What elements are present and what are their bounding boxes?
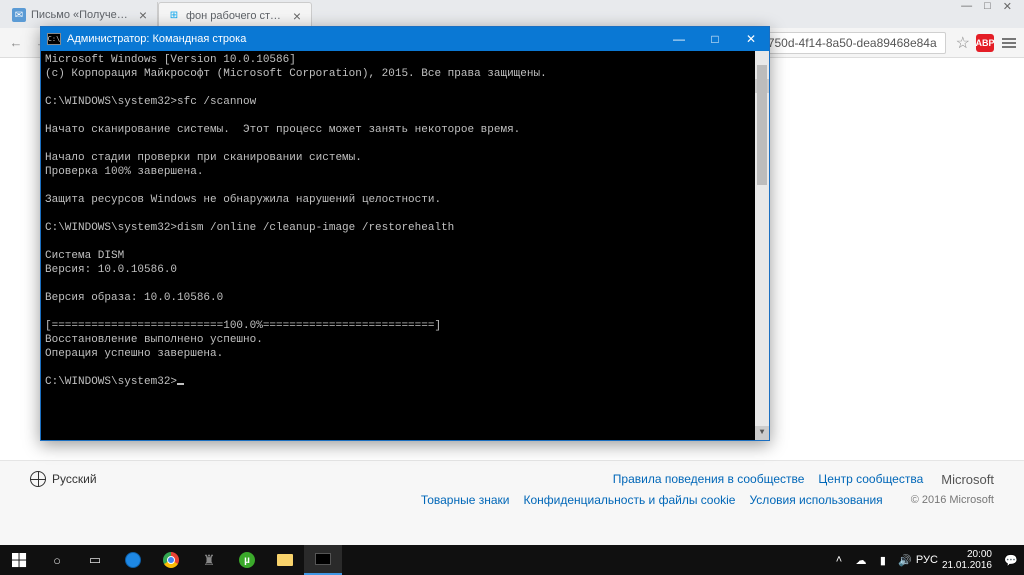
browser-window-controls: — □ ✕: [949, 0, 1024, 20]
minimize-icon[interactable]: —: [961, 0, 972, 20]
clock-date: 21.01.2016: [942, 560, 992, 571]
close-icon[interactable]: ×: [291, 8, 303, 24]
cmd-scrollbar[interactable]: ▲ ▼: [755, 51, 769, 440]
tab-title: фон рабочего стола проп: [186, 10, 286, 22]
cmd-body[interactable]: Microsoft Windows [Version 10.0.10586] (…: [41, 51, 769, 440]
tab-title: Письмо «Получен ответ к: [31, 9, 132, 21]
network-icon[interactable]: ▮: [876, 553, 890, 567]
scroll-thumb[interactable]: [757, 65, 767, 185]
maximize-icon[interactable]: □: [984, 0, 991, 20]
task-view-icon[interactable]: ▭: [76, 545, 114, 575]
mail-icon: ✉: [12, 8, 26, 22]
cmd-titlebar[interactable]: C:\ Администратор: Командная строка — □ …: [41, 27, 769, 51]
onedrive-icon[interactable]: ☁: [854, 553, 868, 567]
globe-icon: [30, 471, 46, 487]
browser-tab[interactable]: ✉ Письмо «Получен ответ к ×: [4, 2, 158, 28]
cmd-title-text: Администратор: Командная строка: [67, 33, 661, 45]
footer-link[interactable]: Товарные знаки: [421, 493, 510, 507]
clock-time: 20:00: [942, 549, 992, 560]
cmd-window[interactable]: C:\ Администратор: Командная строка — □ …: [40, 26, 770, 441]
scroll-down-icon[interactable]: ▼: [755, 426, 769, 440]
taskbar: ○ ▭ ♜ µ ˄ ☁ ▮ 🔊 РУС 20:00 21.01.2016 💬: [0, 545, 1024, 575]
footer-link[interactable]: Условия использования: [749, 493, 882, 507]
footer-link[interactable]: Конфиденциальность и файлы cookie: [523, 493, 735, 507]
language-indicator[interactable]: РУС: [920, 553, 934, 567]
cmd-output: Microsoft Windows [Version 10.0.10586] (…: [45, 54, 547, 388]
folder-icon: [277, 554, 293, 566]
taskbar-app-cmd[interactable]: [304, 545, 342, 575]
maximize-button[interactable]: □: [697, 27, 733, 51]
taskbar-app-chrome[interactable]: [152, 545, 190, 575]
footer-link[interactable]: Центр сообщества: [818, 472, 923, 486]
utorrent-icon: µ: [239, 552, 255, 568]
windows-icon: ⊞: [167, 9, 181, 23]
system-tray: ˄ ☁ ▮ 🔊 РУС 20:00 21.01.2016 💬: [826, 549, 1024, 571]
language-selector[interactable]: Русский: [30, 471, 97, 487]
browser-menu-icon[interactable]: [1000, 38, 1018, 48]
cmd-icon: C:\: [47, 33, 61, 45]
footer-link[interactable]: Правила поведения в сообществе: [613, 472, 805, 486]
start-button[interactable]: [0, 545, 38, 575]
game-icon: ♜: [203, 552, 216, 569]
close-icon[interactable]: ✕: [1003, 0, 1012, 20]
volume-icon[interactable]: 🔊: [898, 553, 912, 567]
url-fragment: zb-750d-4f14-8a50-dea89468e84a: [751, 36, 937, 50]
page-footer: Русский Правила поведения в сообществе Ц…: [0, 460, 1024, 545]
microsoft-brand: Microsoft: [941, 472, 994, 487]
taskbar-search-icon[interactable]: ○: [38, 545, 76, 575]
action-center-icon[interactable]: 💬: [1004, 553, 1018, 567]
taskbar-clock[interactable]: 20:00 21.01.2016: [942, 549, 996, 571]
edge-icon: [125, 552, 141, 568]
back-button[interactable]: ←: [6, 33, 26, 53]
bookmark-star-icon[interactable]: ☆: [956, 33, 970, 53]
abp-extension-icon[interactable]: ABP: [976, 34, 994, 52]
copyright: © 2016 Microsoft: [911, 494, 994, 506]
close-button[interactable]: ✕: [733, 27, 769, 51]
taskbar-app-explorer[interactable]: [266, 545, 304, 575]
taskbar-app-game[interactable]: ♜: [190, 545, 228, 575]
taskbar-app-utorrent[interactable]: µ: [228, 545, 266, 575]
cursor-icon: [177, 383, 184, 385]
browser-tab[interactable]: ⊞ фон рабочего стола проп ×: [158, 2, 312, 28]
taskbar-app-edge[interactable]: [114, 545, 152, 575]
language-label: Русский: [52, 472, 97, 486]
tray-chevron-icon[interactable]: ˄: [832, 553, 846, 567]
minimize-button[interactable]: —: [661, 27, 697, 51]
chrome-icon: [163, 552, 179, 568]
cmd-taskbar-icon: [315, 553, 331, 565]
browser-tabstrip: ✉ Письмо «Получен ответ к × ⊞ фон рабоче…: [0, 0, 1024, 28]
close-icon[interactable]: ×: [137, 7, 149, 23]
